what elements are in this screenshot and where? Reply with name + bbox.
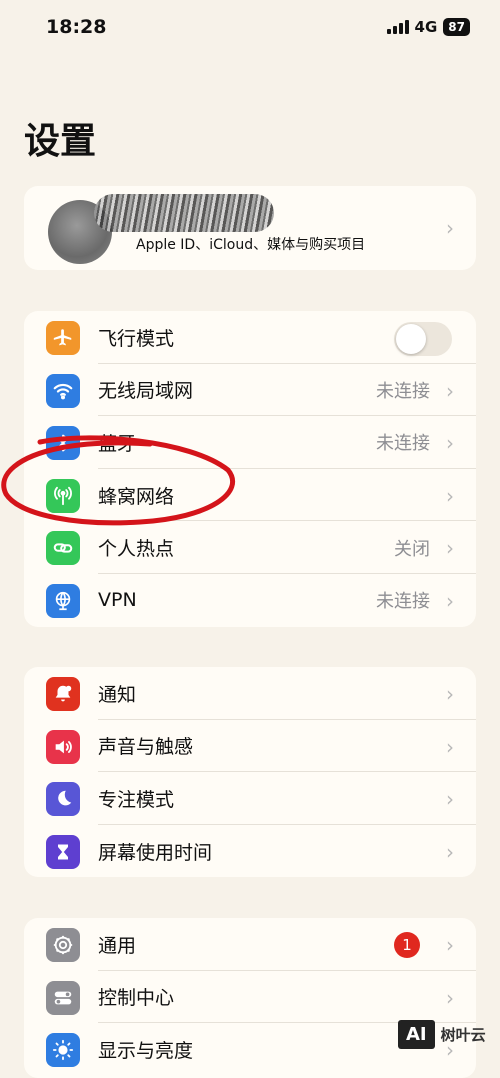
- watermark-logo: AI: [398, 1020, 435, 1049]
- chevron-right-icon: ›: [446, 787, 454, 812]
- row-value: 关闭: [394, 538, 430, 560]
- sun-icon: [46, 1033, 80, 1068]
- chevron-right-icon: ›: [446, 378, 454, 403]
- redacted-name: [94, 194, 274, 232]
- row-label: 屏幕使用时间: [98, 841, 213, 864]
- chevron-right-icon: ›: [446, 216, 454, 240]
- row-focus[interactable]: 专注模式 ›: [24, 772, 476, 825]
- chevron-right-icon: ›: [446, 985, 454, 1010]
- row-wifi[interactable]: 无线局域网 未连接 ›: [24, 364, 476, 417]
- row-label: VPN: [98, 589, 137, 612]
- row-label: 显示与亮度: [98, 1039, 194, 1062]
- row-value: 未连接: [376, 380, 430, 402]
- row-value: 未连接: [376, 591, 430, 613]
- bell-icon: [46, 677, 80, 711]
- row-label: 个人热点: [98, 538, 175, 561]
- network-type: 4G: [414, 18, 438, 36]
- signal-icon: [386, 20, 409, 34]
- row-control-center[interactable]: 控制中心 ›: [24, 971, 476, 1024]
- gear-icon: [46, 928, 80, 962]
- connectivity-group: 飞行模式 无线局域网 未连接 › 蓝牙 未连接 › 蜂窝网络 › 个人热点 关闭: [24, 311, 476, 627]
- row-label: 飞行模式: [98, 327, 175, 350]
- antenna-icon: [46, 478, 80, 513]
- globe-icon: [46, 583, 80, 618]
- row-bluetooth[interactable]: 蓝牙 未连接 ›: [24, 416, 476, 469]
- wifi-icon: [46, 373, 80, 408]
- airplane-toggle[interactable]: [394, 322, 452, 356]
- row-label: 通用: [98, 934, 137, 957]
- apple-id-card[interactable]: Apple ID、iCloud、媒体与购买项目 ›: [24, 186, 476, 270]
- row-label: 专注模式: [98, 788, 175, 811]
- hourglass-icon: [46, 834, 80, 869]
- page-title: 设置: [24, 121, 97, 162]
- chevron-right-icon: ›: [446, 734, 454, 759]
- row-general[interactable]: 通用 1 ›: [24, 918, 476, 971]
- watermark-text: 树叶云: [440, 1026, 486, 1044]
- moon-icon: [46, 782, 80, 817]
- chevron-right-icon: ›: [446, 431, 454, 456]
- row-label: 声音与触感: [98, 736, 194, 759]
- toggles-icon: [46, 980, 80, 1015]
- chevron-right-icon: ›: [446, 483, 454, 508]
- status-time: 18:28: [46, 16, 107, 38]
- row-label: 控制中心: [98, 987, 175, 1010]
- apple-id-subtitle: Apple ID、iCloud、媒体与购买项目: [136, 237, 366, 253]
- airplane-icon: [46, 321, 80, 355]
- row-notifications[interactable]: 通知 ›: [24, 667, 476, 720]
- row-screen-time[interactable]: 屏幕使用时间 ›: [24, 825, 476, 877]
- chevron-right-icon: ›: [446, 588, 454, 613]
- row-vpn[interactable]: VPN 未连接 ›: [24, 574, 476, 627]
- row-label: 通知: [98, 683, 137, 706]
- chevron-right-icon: ›: [446, 682, 454, 706]
- row-label: 蜂窝网络: [98, 485, 175, 508]
- watermark: AI 树叶云: [398, 1020, 486, 1049]
- chevron-right-icon: ›: [446, 839, 454, 864]
- row-cellular[interactable]: 蜂窝网络 ›: [24, 469, 476, 522]
- chevron-right-icon: ›: [446, 933, 454, 957]
- status-bar: 18:28 4G 87: [0, 0, 500, 56]
- battery-icon: 87: [443, 18, 470, 36]
- speaker-icon: [46, 729, 80, 764]
- chevron-right-icon: ›: [446, 536, 454, 561]
- row-airplane[interactable]: 飞行模式: [24, 311, 476, 364]
- bluetooth-icon: [46, 426, 80, 461]
- general-group: 通用 1 › 控制中心 › 显示与亮度 ›: [24, 918, 476, 1078]
- row-label: 蓝牙: [98, 432, 137, 455]
- row-value: 未连接: [376, 433, 430, 455]
- row-sounds[interactable]: 声音与触感 ›: [24, 720, 476, 773]
- notification-badge: 1: [394, 932, 420, 958]
- status-indicators: 4G 87: [386, 18, 470, 36]
- notifications-group: 通知 › 声音与触感 › 专注模式 › 屏幕使用时间 ›: [24, 667, 476, 877]
- link-icon: [46, 531, 80, 566]
- row-label: 无线局域网: [98, 380, 194, 403]
- row-hotspot[interactable]: 个人热点 关闭 ›: [24, 521, 476, 574]
